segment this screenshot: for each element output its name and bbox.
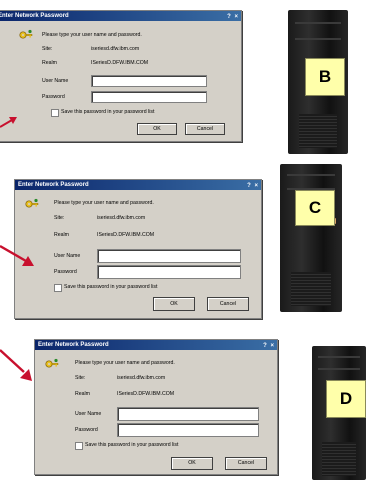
site-value: iseriesd.dfw.ibm.com [97,215,146,221]
dialog-title: Enter Network Password [0,13,69,19]
password-label: Password [54,269,77,275]
username-input[interactable] [97,249,241,263]
dialog-title: Enter Network Password [38,342,109,348]
password-dialog-3: Enter Network Password ? × Please type yo… [34,339,278,475]
username-label: User Name [54,253,81,259]
server-bezel [295,38,341,40]
server-bezel [318,356,360,358]
realm-label: Realm [54,232,69,238]
username-input[interactable] [91,75,207,87]
realm-value: ISeriesD.DFW.IBM.COM [91,60,149,66]
save-password-label: Save this password in your password list [64,284,158,290]
password-label: Password [42,94,65,100]
server-bezel [318,368,360,370]
site-value: iseriesd.dfw.ibm.com [91,46,140,52]
title-bar-controls[interactable]: ? × [263,341,275,351]
title-bar-controls[interactable]: ? × [247,181,259,191]
site-label: Site: [42,46,53,52]
ok-button[interactable]: OK [171,457,213,470]
arrow-to-username-1 [0,117,17,128]
realm-value: ISeriesD.DFW.IBM.COM [97,232,155,238]
save-password-checkbox[interactable] [51,109,59,117]
badge-b: B [305,58,345,96]
arrow-to-username-3 [0,349,32,381]
save-password-checkbox[interactable] [75,442,83,450]
server-vent [298,114,338,148]
server-bezel [295,22,341,24]
site-value: iseriesd.dfw.ibm.com [117,375,166,381]
dialog-title: Enter Network Password [18,182,89,188]
badge-c: C [295,190,335,226]
badge-d: D [326,380,366,418]
cancel-button[interactable]: Cancel [207,297,249,311]
title-bar-controls[interactable]: ? × [227,12,239,22]
save-password-checkbox[interactable] [54,284,62,292]
password-input[interactable] [91,91,207,103]
site-label: Site: [54,215,65,221]
password-input[interactable] [117,423,259,437]
username-input[interactable] [117,407,259,421]
site-label: Site: [75,375,86,381]
realm-label: Realm [42,60,57,66]
username-label: User Name [42,78,69,84]
dialog-title-bar[interactable]: Enter Network Password ? × [15,180,261,190]
key-icon [25,198,39,208]
password-label: Password [75,427,98,433]
password-dialog-2: Enter Network Password ? × Please type yo… [14,179,262,319]
dialog-title-bar[interactable]: Enter Network Password ? × [0,11,241,21]
server-vent [291,272,331,306]
realm-value: ISeriesD.DFW.IBM.COM [117,391,175,397]
password-input[interactable] [97,265,241,279]
cancel-button[interactable]: Cancel [225,457,267,470]
username-label: User Name [75,411,102,417]
save-password-label: Save this password in your password list [61,109,155,115]
password-dialog-1: Enter Network Password ? × Please type yo… [0,10,242,142]
dialog-prompt: Please type your user name and password. [54,200,154,206]
realm-label: Realm [75,391,90,397]
save-password-label: Save this password in your password list [85,442,179,448]
key-icon [19,29,33,39]
dialog-prompt: Please type your user name and password. [75,360,175,366]
server-tower-c [280,164,342,312]
ok-button[interactable]: OK [153,297,195,311]
cancel-button[interactable]: Cancel [185,123,225,135]
dialog-title-bar[interactable]: Enter Network Password ? × [35,340,277,350]
ok-button[interactable]: OK [137,123,177,135]
key-icon [45,358,59,368]
arrow-to-username-2 [0,244,34,266]
dialog-prompt: Please type your user name and password. [42,32,142,38]
server-bezel [287,174,335,176]
server-vent [321,442,357,476]
